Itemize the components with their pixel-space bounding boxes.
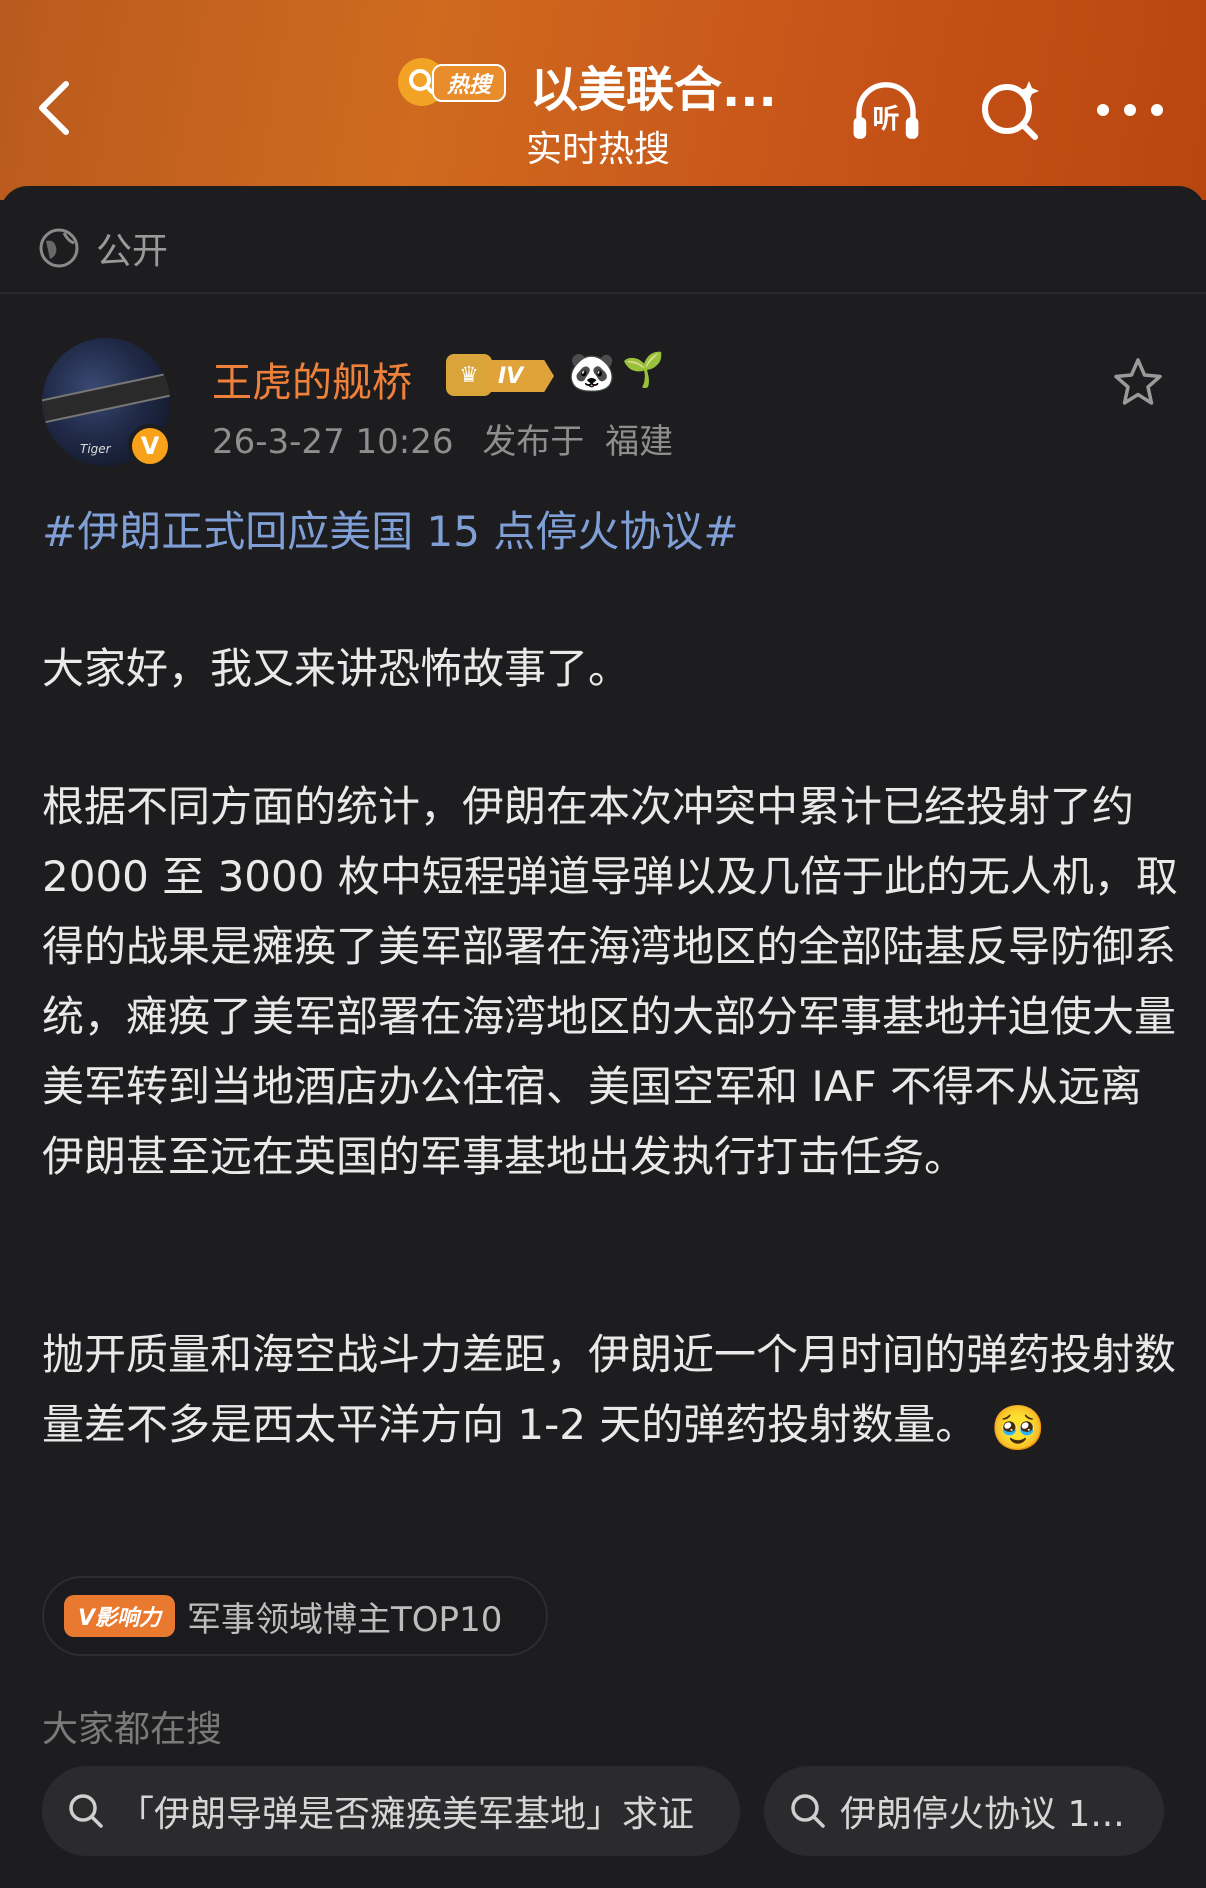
search-button[interactable] (974, 74, 1046, 146)
post-meta: 26-3-27 10:26 发布于 福建 (212, 414, 691, 463)
panda-icon: 🐼 (568, 350, 616, 394)
more-dots-icon (1097, 104, 1163, 116)
post-timestamp: 26-3-27 10:26 (212, 422, 454, 462)
globe-icon (39, 228, 79, 268)
back-button[interactable] (30, 78, 78, 138)
search-chip-label: 伊朗停火协议 1... (840, 1794, 1125, 1835)
influence-label: 军事领域博主TOP10 (187, 1599, 503, 1640)
visibility-row: 公开 (38, 220, 168, 276)
search-chip[interactable]: 「伊朗导弹是否瘫痪美军基地」求证 (42, 1766, 740, 1856)
page-title: 以美联合... (530, 62, 777, 118)
published-from-label: 发布于 (482, 422, 585, 462)
search-chip-label: 「伊朗导弹是否瘫痪美军基地」求证 (118, 1794, 695, 1835)
favorite-button[interactable] (1110, 354, 1166, 410)
hot-tag: 热搜 (432, 64, 506, 102)
more-button[interactable] (1094, 74, 1166, 146)
divider (0, 292, 1206, 294)
sprout-icon: 🌱 (622, 350, 665, 390)
avatar-text: Tiger (80, 442, 111, 456)
post-paragraph: 抛开质量和海空战斗力差距，伊朗近一个月时间的弹药投射数量差不多是西太平洋方向 1… (42, 1320, 1182, 1464)
headphones-icon: 听 (853, 82, 919, 139)
search-sparkle-icon (982, 81, 1039, 140)
level-badge[interactable]: ♛ IV (446, 354, 558, 396)
chevron-left-icon (39, 81, 69, 135)
search-heading: 大家都在搜 (42, 1709, 223, 1750)
page-subtitle: 实时热搜 (526, 129, 671, 170)
header-bar: 热搜 以美联合... 实时热搜 听 (0, 0, 1206, 200)
influence-tag: V影响力 (64, 1595, 176, 1637)
search-icon (69, 1794, 103, 1828)
topic-hashtag[interactable]: #伊朗正式回应美国 15 点停火协议# (42, 498, 739, 559)
post-paragraph: 根据不同方面的统计，伊朗在本次冲突中累计已经投射了约 2000 至 3000 枚… (42, 782, 1178, 1181)
post-paragraph: 大家好，我又来讲恐怖故事了。 (42, 644, 631, 693)
influence-pill[interactable]: V影响力 军事领域博主TOP10 (42, 1576, 548, 1656)
listen-button[interactable]: 听 (850, 74, 922, 146)
level-text: IV (484, 360, 554, 392)
verified-badge: V (128, 424, 172, 468)
crying-face-emoji: 🥹 (990, 1403, 1046, 1454)
post-location: 福建 (605, 422, 674, 462)
search-icon (791, 1794, 825, 1828)
star-icon (1114, 358, 1162, 405)
listen-label: 听 (873, 104, 900, 135)
hot-search-badge: 热搜 (398, 58, 508, 106)
visibility-label: 公开 (96, 231, 169, 272)
username[interactable]: 王虎的舰桥 (212, 350, 412, 408)
search-chip[interactable]: 伊朗停火协议 1... (764, 1766, 1164, 1856)
